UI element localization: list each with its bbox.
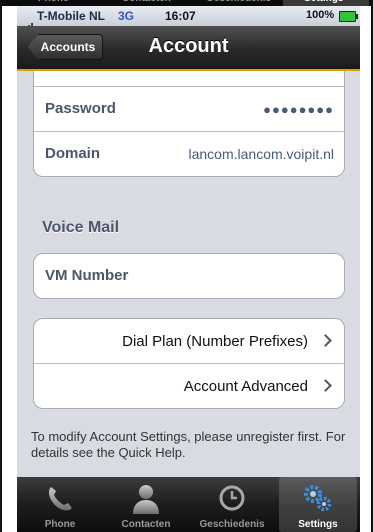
battery-percent: 100% xyxy=(306,9,335,21)
tab-bar: Phone Contacten Geschiedenis Settings xyxy=(17,477,360,532)
vm-number-row[interactable]: VM Number xyxy=(34,254,344,298)
account-advanced-row[interactable]: Account Advanced xyxy=(34,363,344,408)
voice-mail-header: Voice Mail xyxy=(42,219,120,236)
status-bar: T-Mobile NL 3G 16:07 100% xyxy=(17,6,360,32)
phone-icon xyxy=(45,483,75,518)
vm-number-label: VM Number xyxy=(45,267,129,284)
network-type: 3G xyxy=(118,9,135,23)
clipped-tab-contacten: Contacten xyxy=(122,0,171,4)
unregister-note: To modify Account Settings, please unreg… xyxy=(31,429,346,460)
settings-content[interactable]: Password ●●●●●●●● Domain lancom.lancom.v… xyxy=(17,71,360,477)
voice-mail-group: VM Number xyxy=(33,253,345,299)
domain-value: lancom.lancom.voipit.nl xyxy=(188,146,334,162)
domain-label: Domain xyxy=(45,145,101,162)
tab-contacten-label: Contacten xyxy=(121,519,171,530)
carrier-name: T-Mobile NL xyxy=(37,9,105,23)
password-value: ●●●●●●●● xyxy=(263,102,334,117)
status-time: 16:07 xyxy=(165,9,196,23)
tab-contacten[interactable]: Contacten xyxy=(103,477,189,532)
tab-settings[interactable]: Settings xyxy=(279,477,357,532)
clipped-tab-phone: Phone xyxy=(38,0,69,4)
account-advanced-label: Account Advanced xyxy=(183,378,308,395)
contacts-icon xyxy=(131,483,161,520)
navigation-bar: Account Accounts xyxy=(17,26,360,71)
gears-icon xyxy=(302,483,334,518)
clipped-tab-settings: Settings xyxy=(304,0,343,4)
password-row[interactable]: Password ●●●●●●●● xyxy=(34,86,344,131)
chevron-right-icon xyxy=(319,379,332,392)
tab-phone[interactable]: Phone xyxy=(17,477,103,532)
tab-geschiedenis[interactable]: Geschiedenis xyxy=(189,477,275,532)
domain-row[interactable]: Domain lancom.lancom.voipit.nl xyxy=(34,131,344,176)
clipped-row[interactable] xyxy=(34,71,344,86)
dial-plan-label: Dial Plan (Number Prefixes) xyxy=(122,333,308,350)
actions-group: Dial Plan (Number Prefixes) Account Adva… xyxy=(33,318,345,409)
tab-geschiedenis-label: Geschiedenis xyxy=(199,519,265,530)
battery-icon xyxy=(339,11,358,22)
chevron-right-icon xyxy=(319,334,332,347)
tab-settings-label: Settings xyxy=(298,519,338,530)
password-label: Password xyxy=(45,100,116,117)
back-button-accounts[interactable]: Accounts xyxy=(27,34,103,60)
tab-phone-label: Phone xyxy=(44,519,76,530)
clock-icon xyxy=(217,483,247,518)
clipped-tab-geschiedenis: Geschiedenis xyxy=(206,0,271,4)
dial-plan-row[interactable]: Dial Plan (Number Prefixes) xyxy=(34,319,344,363)
account-credentials-group: Password ●●●●●●●● Domain lancom.lancom.v… xyxy=(33,71,345,177)
